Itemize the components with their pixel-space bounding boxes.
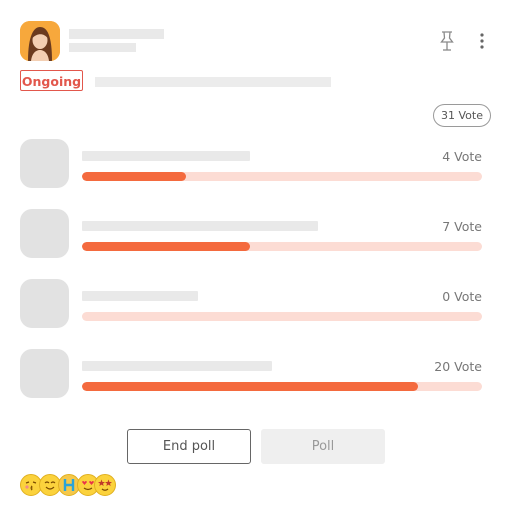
option-progress-fill (82, 242, 250, 251)
status-badge: Ongoing (20, 70, 83, 91)
option-thumbnail[interactable] (20, 279, 69, 328)
option-progress-track[interactable] (82, 382, 482, 391)
option-progress-fill (82, 382, 418, 391)
option-thumbnail[interactable] (20, 209, 69, 258)
total-votes-badge[interactable]: 31 Vote (433, 104, 491, 127)
user-avatar-icon (20, 21, 60, 61)
option-progress-track[interactable] (82, 172, 482, 181)
option-vote-count: 7 Vote (442, 219, 482, 234)
star-eyes-emoji-icon[interactable] (94, 474, 116, 496)
option-progress-fill (82, 172, 186, 181)
poll-title-placeholder (95, 77, 331, 87)
option-label-placeholder (82, 151, 250, 161)
more-vertical-icon[interactable] (476, 31, 488, 51)
option-progress-track[interactable] (82, 312, 482, 321)
author-name-placeholder (69, 29, 164, 39)
post-time-placeholder (69, 43, 136, 52)
option-vote-count: 20 Vote (434, 359, 482, 374)
option-thumbnail[interactable] (20, 349, 69, 398)
option-label-placeholder (82, 361, 272, 371)
option-thumbnail[interactable] (20, 139, 69, 188)
option-label-placeholder (82, 221, 318, 231)
pin-icon[interactable] (437, 30, 457, 52)
option-vote-count: 0 Vote (442, 289, 482, 304)
option-label-placeholder (82, 291, 198, 301)
avatar[interactable] (20, 21, 60, 61)
option-progress-track[interactable] (82, 242, 482, 251)
end-poll-button[interactable]: End poll (127, 429, 251, 464)
poll-button[interactable]: Poll (261, 429, 385, 464)
option-vote-count: 4 Vote (442, 149, 482, 164)
